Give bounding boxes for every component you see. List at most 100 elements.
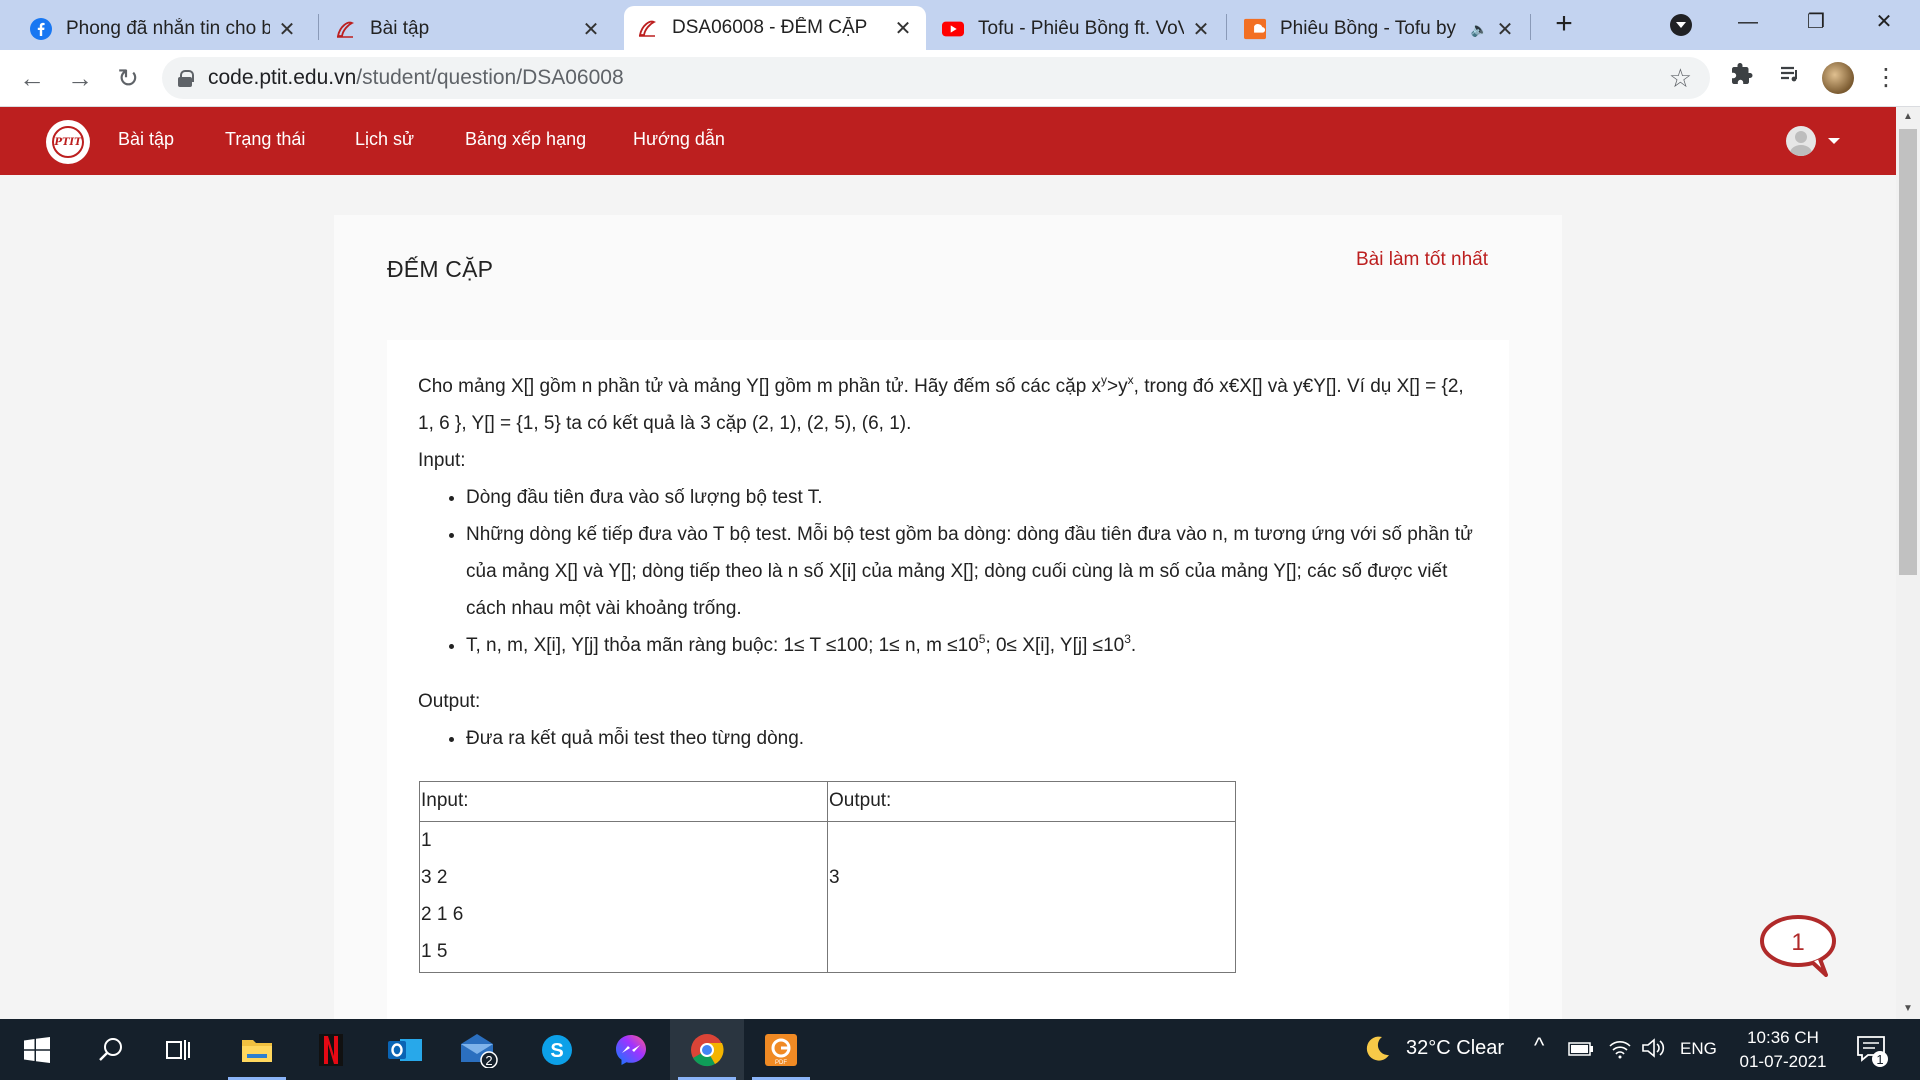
restore-button[interactable]: ❐ [1782,0,1850,44]
nav-huong-dan[interactable]: Hướng dẫn [633,129,725,150]
nav-bai-tap[interactable]: Bài tập [118,129,174,150]
tab-divider [318,14,319,40]
tab-soundcloud[interactable]: Phiêu Bồng - Tofu by 🔈 ✕ [1232,8,1528,50]
soundcloud-icon [1244,18,1266,40]
best-submission-link[interactable]: Bài làm tốt nhất [1356,249,1488,271]
pdf-icon: PDF [765,1033,797,1066]
sample-line: 2 1 6 [421,904,464,925]
chat-badge: 1 [1791,929,1804,956]
media-control-icon[interactable] [1774,62,1806,94]
scroll-down-arrow[interactable]: ▼ [1896,999,1920,1019]
scroll-thumb[interactable] [1899,129,1917,575]
constraint-text: T, n, m, X[i], Y[j] thỏa mãn ràng buộc: … [466,635,979,656]
nav-trang-thai[interactable]: Trạng thái [225,129,305,150]
constraint-text: . [1130,635,1137,656]
windows-taskbar: 2 S PDF 32°C Clear ^ ENG 10:36 CH 01-07-… [0,1019,1920,1080]
table-row: Input: Output: [419,781,1236,822]
list-item: Dòng đầu tiên đưa vào số lượng bộ test T… [466,479,1478,516]
skype-button[interactable]: S [520,1019,594,1080]
chrome-icon [691,1033,724,1066]
chat-bubble-button[interactable]: 1 [1760,913,1840,977]
close-icon[interactable]: ✕ [1494,17,1516,42]
address-bar[interactable]: code.ptit.edu.vn/student/question/DSA060… [162,57,1710,99]
battery-icon[interactable] [1568,1041,1594,1062]
start-button[interactable] [0,1019,74,1080]
constraint-text: ; 0≤ X[i], Y[j] ≤10 [985,635,1125,656]
new-tab-button[interactable]: + [1549,8,1579,40]
mail-button[interactable]: 2 [442,1019,516,1080]
volume-icon[interactable] [1640,1037,1666,1064]
language-indicator[interactable]: ENG [1680,1039,1717,1059]
notification-icon: 1 [1857,1036,1888,1067]
youtube-icon [942,18,964,40]
tab-dsa06008[interactable]: DSA06008 - ĐẾM CẶP ✕ [624,6,926,50]
ptit-logo[interactable]: PTIT [46,120,90,164]
close-icon[interactable]: ✕ [276,17,298,42]
close-icon[interactable]: ✕ [580,17,602,42]
input-list: Dòng đầu tiên đưa vào số lượng bộ test T… [466,479,1478,664]
profile-avatar[interactable] [1822,62,1854,94]
weather-moon-icon[interactable] [1362,1034,1392,1069]
notification-center-button[interactable]: 1 [1856,1033,1890,1074]
messenger-button[interactable] [594,1019,668,1080]
chat-bubble-icon: 1 [1760,915,1836,977]
tab-divider [1226,14,1227,40]
task-view-button[interactable] [142,1019,216,1080]
sample-output-cell: 3 [827,821,1236,973]
list-item: Đưa ra kết quả mỗi test theo từng dòng. [466,720,1478,757]
outlook-icon [388,1038,422,1061]
extensions-puzzle-icon[interactable] [1726,62,1758,94]
tab-title: DSA06008 - ĐẾM CẶP [672,17,868,38]
back-button[interactable]: ← [14,60,50,96]
close-icon[interactable]: ✕ [892,16,914,41]
close-icon[interactable]: ✕ [1190,17,1212,42]
user-avatar[interactable] [1786,126,1816,156]
windows-logo-icon [24,1036,50,1063]
wifi-icon[interactable] [1608,1037,1632,1064]
url-host: code.ptit.edu.vn [208,66,357,89]
tab-title: Bài tập [370,18,430,39]
list-item: T, n, m, X[i], Y[j] thỏa mãn ràng buộc: … [466,627,1478,664]
show-hidden-icons-chevron[interactable]: ^ [1534,1033,1544,1059]
input-heading: Input: [418,450,466,471]
chrome-button[interactable] [670,1019,744,1080]
outlook-button[interactable] [368,1019,442,1080]
clock[interactable]: 10:36 CH 01-07-2021 [1728,1026,1838,1074]
mail-icon: 2 [461,1033,498,1068]
tab-youtube[interactable]: Tofu - Phiêu Bồng ft. VoVa ✕ [930,8,1224,50]
lock-icon[interactable] [178,69,194,87]
page-title: ĐẾM CẶP [387,256,494,282]
minimize-button[interactable]: — [1714,0,1782,44]
forward-button[interactable]: → [62,60,98,96]
browser-toolbar: ← → ↻ code.ptit.edu.vn/student/question/… [0,50,1920,107]
output-list: Đưa ra kết quả mỗi test theo từng dòng. [466,720,1478,757]
tab-title: Tofu - Phiêu Bồng ft. VoVa [978,18,1184,39]
window-close-button[interactable]: ✕ [1850,0,1918,44]
page-scrollbar[interactable]: ▲ ▼ [1896,107,1920,1019]
speaker-icon[interactable]: 🔈 [1471,21,1488,38]
file-explorer-button[interactable] [220,1019,294,1080]
reload-button[interactable]: ↻ [110,60,146,96]
bookmark-star-icon[interactable]: ☆ [1669,63,1692,94]
ptit-icon [636,17,658,39]
search-icon [99,1037,122,1061]
search-button[interactable] [74,1019,148,1080]
nav-bang-xep-hang[interactable]: Bảng xếp hạng [465,129,586,150]
notification-badge: 1 [1876,1052,1883,1067]
pdf-app-button[interactable]: PDF [744,1019,818,1080]
netflix-button[interactable] [294,1019,368,1080]
tab-bai-tap[interactable]: Bài tập ✕ [322,8,614,50]
weather-text[interactable]: 32°C Clear [1406,1037,1504,1060]
nav-lich-su[interactable]: Lịch sử [355,129,414,150]
tab-facebook[interactable]: Phong đã nhắn tin cho bạ ✕ [18,8,310,50]
sample-line: 1 5 [421,941,448,962]
sample-line: 1 [421,830,432,851]
site-navbar: PTIT Bài tập Trạng thái Lịch sử Bảng xếp… [0,107,1896,175]
tab-search-icon[interactable] [1670,14,1692,36]
tab-title: Phiêu Bồng - Tofu by [1280,18,1457,39]
chevron-down-icon[interactable] [1828,138,1840,144]
chrome-menu-icon[interactable]: ⋮ [1870,62,1902,94]
clock-time: 10:36 CH [1747,1028,1819,1047]
scroll-up-arrow[interactable]: ▲ [1896,107,1920,127]
intro-text: >y [1107,376,1128,397]
